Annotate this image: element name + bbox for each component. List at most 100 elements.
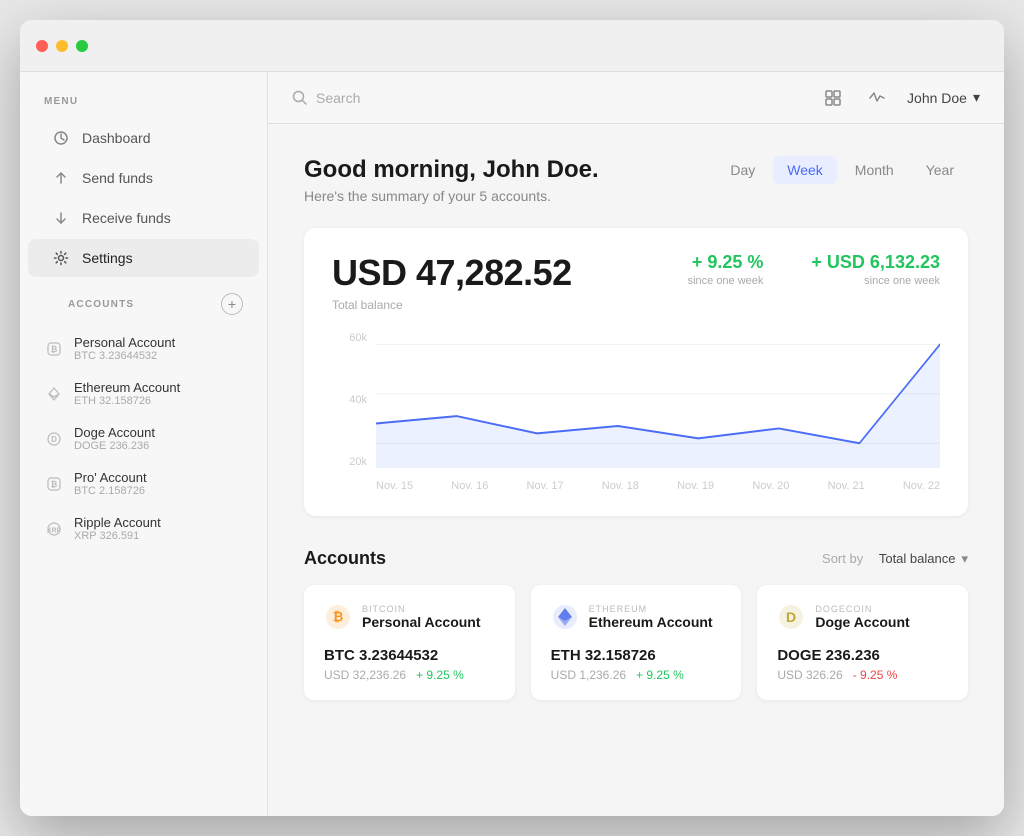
change-usd-stat: + USD 6,132.23 since one week bbox=[811, 252, 940, 287]
svg-text:D: D bbox=[51, 435, 57, 444]
eth-card-icon bbox=[551, 603, 579, 631]
account-sub: XRP 326.591 bbox=[74, 530, 161, 542]
sidebar: MENU Dashboard Send funds Receive funds Set… bbox=[20, 72, 268, 816]
period-tab-month[interactable]: Month bbox=[841, 156, 908, 184]
chart-x-label: Nov. 15 bbox=[376, 480, 413, 492]
main-content: Search bbox=[268, 72, 1004, 816]
btc-sidebar-icon: ₿ bbox=[44, 339, 64, 359]
chart-x-label: Nov. 22 bbox=[903, 480, 940, 492]
account-card-eth[interactable]: ETHEREUM Ethereum Account ETH 32.158726 … bbox=[531, 585, 742, 700]
sidebar-account-doge[interactable]: D Doge Account DOGE 236.236 bbox=[20, 417, 267, 460]
svg-text:D: D bbox=[786, 609, 796, 625]
layout-icon[interactable] bbox=[819, 84, 847, 112]
accounts-header: ACCOUNTS + bbox=[20, 293, 267, 315]
close-button[interactable] bbox=[36, 40, 48, 52]
sidebar-item-dashboard[interactable]: Dashboard bbox=[28, 119, 259, 157]
user-menu[interactable]: John Doe ▾ bbox=[907, 89, 980, 106]
gear-icon bbox=[52, 249, 70, 267]
svg-text:XRP: XRP bbox=[47, 527, 62, 534]
sidebar-item-settings[interactable]: Settings bbox=[28, 239, 259, 277]
balance-amount: USD 47,282.52 bbox=[332, 252, 572, 294]
eth-sidebar-icon bbox=[44, 384, 64, 404]
chart-x-label: Nov. 16 bbox=[451, 480, 488, 492]
user-name: John Doe bbox=[907, 90, 967, 106]
clock-icon bbox=[52, 129, 70, 147]
sort-dropdown[interactable]: Sort by Total balance ▾ bbox=[822, 551, 968, 567]
change-percent-value: + 9.25 % bbox=[688, 252, 764, 273]
account-card-doge[interactable]: D DOGECOIN Doge Account DOGE 236.236 USD… bbox=[757, 585, 968, 700]
xrp-sidebar-icon: XRP bbox=[44, 519, 64, 539]
nav-label: Settings bbox=[82, 250, 133, 266]
chart-x-label: Nov. 19 bbox=[677, 480, 714, 492]
card-account-name: Ethereum Account bbox=[589, 614, 713, 630]
change-percent-stat: + 9.25 % since one week bbox=[688, 252, 764, 287]
menu-label: MENU bbox=[20, 96, 267, 107]
period-tab-day[interactable]: Day bbox=[716, 156, 769, 184]
period-tab-year[interactable]: Year bbox=[912, 156, 968, 184]
nav-label: Dashboard bbox=[82, 130, 151, 146]
accounts-section-header: Accounts Sort by Total balance ▾ bbox=[304, 548, 968, 569]
minimize-button[interactable] bbox=[56, 40, 68, 52]
change-usd-value: + USD 6,132.23 bbox=[811, 252, 940, 273]
sort-chevron-icon: ▾ bbox=[961, 551, 968, 567]
period-tabs: DayWeekMonthYear bbox=[716, 156, 968, 184]
nav-label: Send funds bbox=[82, 170, 153, 186]
greeting-text: Good morning, John Doe. Here's the summa… bbox=[304, 156, 599, 204]
sidebar-account-pro[interactable]: ₿ Pro' Account BTC 2.158726 bbox=[20, 462, 267, 505]
chart-x-label: Nov. 21 bbox=[828, 480, 865, 492]
sort-value: Total balance bbox=[879, 551, 956, 566]
greeting-subtitle: Here's the summary of your 5 accounts. bbox=[304, 188, 599, 204]
user-chevron-icon: ▾ bbox=[973, 89, 980, 106]
chart-y-label: 40k bbox=[332, 394, 367, 406]
balance-header: USD 47,282.52 Total balance + 9.25 % sin… bbox=[332, 252, 940, 312]
card-usd: USD 32,236.26 + 9.25 % bbox=[324, 668, 495, 682]
chart-svg bbox=[376, 332, 940, 468]
accounts-cards: ₿ BITCOIN Personal Account BTC 3.2364453… bbox=[304, 585, 968, 700]
sidebar-item-receive[interactable]: Receive funds bbox=[28, 199, 259, 237]
change-percent-label: since one week bbox=[688, 275, 764, 287]
btc-sidebar-icon: ₿ bbox=[44, 474, 64, 494]
card-change: + 9.25 % bbox=[636, 668, 684, 682]
add-account-button[interactable]: + bbox=[221, 293, 243, 315]
content-area: Good morning, John Doe. Here's the summa… bbox=[268, 124, 1004, 816]
svg-text:₿: ₿ bbox=[51, 345, 58, 354]
account-name: Doge Account bbox=[74, 425, 155, 440]
card-amount: DOGE 236.236 bbox=[777, 647, 948, 664]
card-change: - 9.25 % bbox=[853, 668, 898, 682]
card-amount: BTC 3.23644532 bbox=[324, 647, 495, 664]
maximize-button[interactable] bbox=[76, 40, 88, 52]
traffic-lights bbox=[36, 40, 88, 52]
balance-stats: + 9.25 % since one week + USD 6,132.23 s… bbox=[688, 252, 940, 287]
account-sub: ETH 32.158726 bbox=[74, 395, 180, 407]
card-change: + 9.25 % bbox=[416, 668, 464, 682]
account-name: Ripple Account bbox=[74, 515, 161, 530]
sidebar-account-ethereum[interactable]: Ethereum Account ETH 32.158726 bbox=[20, 372, 267, 415]
activity-icon[interactable] bbox=[863, 84, 891, 112]
search-placeholder[interactable]: Search bbox=[316, 90, 360, 106]
chart-y-labels: 60k40k20k bbox=[332, 332, 367, 492]
chart-y-label: 60k bbox=[332, 332, 367, 344]
doge-card-icon: D bbox=[777, 603, 805, 631]
card-account-name: Personal Account bbox=[362, 614, 481, 630]
sidebar-account-personal[interactable]: ₿ Personal Account BTC 3.23644532 bbox=[20, 327, 267, 370]
change-usd-label: since one week bbox=[811, 275, 940, 287]
card-usd: USD 326.26 - 9.25 % bbox=[777, 668, 948, 682]
accounts-section: Accounts Sort by Total balance ▾ ₿ BITCO… bbox=[304, 548, 968, 700]
card-coin-label: ETHEREUM bbox=[589, 604, 713, 614]
period-tab-week[interactable]: Week bbox=[773, 156, 837, 184]
chart-x-labels: Nov. 15Nov. 16Nov. 17Nov. 18Nov. 19Nov. … bbox=[376, 480, 940, 492]
chart-svg-wrapper bbox=[376, 332, 940, 468]
card-coin-label: DOGECOIN bbox=[815, 604, 909, 614]
card-amount: ETH 32.158726 bbox=[551, 647, 722, 664]
search-box: Search bbox=[292, 90, 803, 106]
balance-label: Total balance bbox=[332, 298, 572, 312]
sidebar-item-send[interactable]: Send funds bbox=[28, 159, 259, 197]
nav-label: Receive funds bbox=[82, 210, 171, 226]
greeting-title: Good morning, John Doe. bbox=[304, 156, 599, 184]
sidebar-account-ripple[interactable]: XRP Ripple Account XRP 326.591 bbox=[20, 507, 267, 550]
account-card-btc[interactable]: ₿ BITCOIN Personal Account BTC 3.2364453… bbox=[304, 585, 515, 700]
sort-label: Sort by bbox=[822, 551, 863, 566]
accounts-section-title: Accounts bbox=[304, 548, 386, 569]
arrow-down-icon bbox=[52, 209, 70, 227]
card-usd: USD 1,236.26 + 9.25 % bbox=[551, 668, 722, 682]
